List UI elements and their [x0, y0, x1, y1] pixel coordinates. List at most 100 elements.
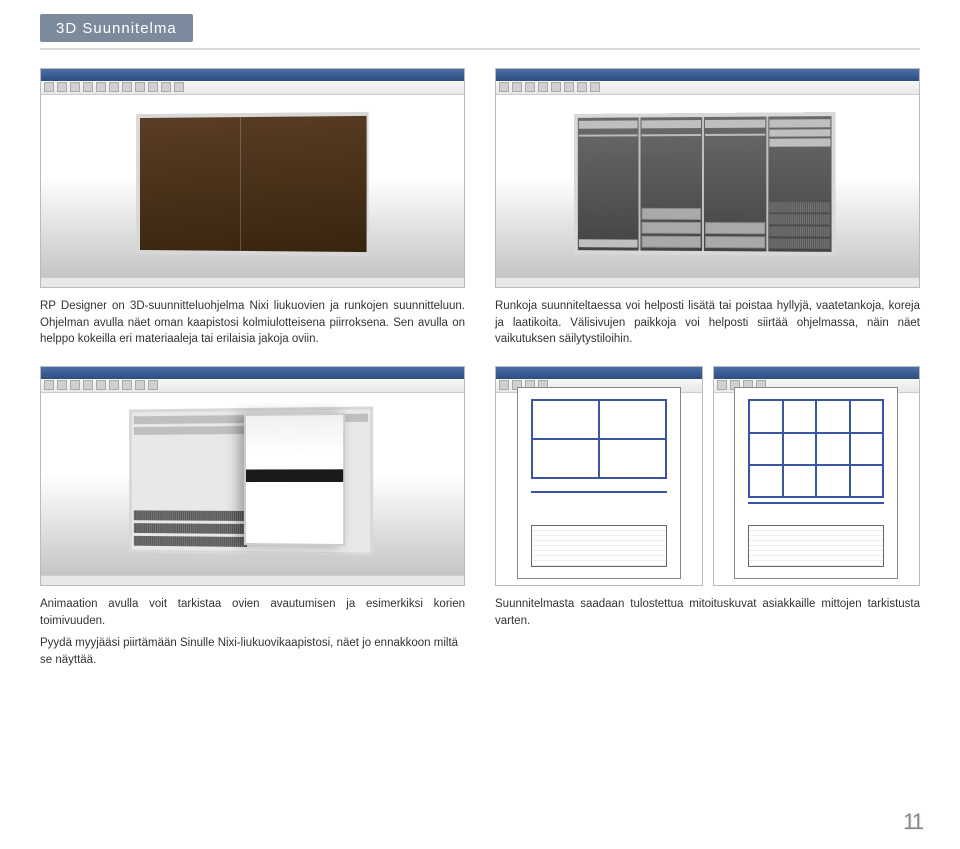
wardrobe-open: [574, 112, 836, 256]
app-toolbar: [496, 81, 919, 95]
toolbar-icon: [44, 380, 54, 390]
page-number: 11: [903, 809, 922, 835]
col-r2c1: Animaation avulla voit tarkistaa ovien a…: [40, 366, 465, 669]
canvas-3d: [41, 393, 464, 575]
toolbar-icon: [590, 82, 600, 92]
status-bar: [496, 277, 919, 287]
toolbar-icon: [70, 82, 80, 92]
toolbar-icon: [499, 380, 509, 390]
toolbar-icon: [109, 380, 119, 390]
rail: [579, 134, 638, 136]
toolbar-icon: [717, 380, 727, 390]
drawing-grid: [748, 399, 884, 498]
basket: [133, 510, 246, 521]
toolbar-icon: [135, 82, 145, 92]
rail: [705, 134, 765, 136]
screenshot-animation: [40, 366, 465, 586]
toolbar-icon: [174, 82, 184, 92]
shelf: [770, 119, 831, 127]
hanging-space: [642, 142, 702, 206]
hanging-space: [705, 142, 765, 221]
section: [578, 118, 641, 251]
caption-r2c2: Suunnitelmasta saadaan tulostettua mitoi…: [495, 596, 920, 629]
app-titlebar: [496, 69, 919, 81]
basket: [770, 226, 831, 236]
dim-line: [531, 491, 667, 493]
status-bar: [41, 277, 464, 287]
toolbar-icon: [57, 82, 67, 92]
app-titlebar: [41, 69, 464, 81]
shelf: [770, 139, 831, 147]
shelf: [133, 425, 246, 434]
shelf: [133, 415, 246, 424]
section-title-bar: 3D Suunnitelma: [40, 14, 193, 42]
drawer: [705, 222, 765, 234]
hanging-space: [579, 142, 638, 238]
toolbar-icon: [564, 82, 574, 92]
toolbar-icon: [83, 82, 93, 92]
blueprint-right: [713, 366, 921, 586]
drawing-grid: [531, 399, 667, 479]
section-title: 3D Suunnitelma: [56, 20, 177, 37]
shelf: [642, 120, 702, 128]
title-block: [531, 525, 667, 567]
print-sheet: [517, 387, 681, 579]
screenshot-open-wardrobe: [495, 68, 920, 288]
app-toolbar: [41, 379, 464, 393]
rail: [642, 134, 702, 136]
title-block: [748, 525, 884, 567]
shelf: [705, 120, 765, 128]
toolbar-icon: [161, 82, 171, 92]
basket: [133, 522, 246, 533]
wardrobe-partial: [129, 406, 374, 555]
caption-r2c1: Animaation avulla voit tarkistaa ovien a…: [40, 596, 465, 629]
print-sheet: [734, 387, 898, 579]
caption-r1c2: Runkoja suunniteltaessa voi helposti lis…: [495, 298, 920, 348]
basket: [133, 535, 246, 546]
toolbar-icon: [148, 82, 158, 92]
drawer: [642, 208, 702, 220]
toolbar-icon: [148, 380, 158, 390]
row-2: Animaation avulla voit tarkistaa ovien a…: [40, 366, 920, 669]
app-titlebar: [41, 367, 464, 379]
sliding-door: [244, 412, 346, 545]
toolbar-icon: [551, 82, 561, 92]
app-titlebar: [714, 367, 920, 379]
toolbar-icon: [122, 380, 132, 390]
toolbar-icon: [109, 82, 119, 92]
col-r2c2: Suunnitelmasta saadaan tulostettua mitoi…: [495, 366, 920, 669]
basket: [770, 202, 831, 212]
basket: [770, 214, 831, 224]
interior: [131, 411, 248, 551]
section: [704, 117, 768, 252]
app-toolbar: [41, 81, 464, 95]
toolbar-icon: [96, 82, 106, 92]
basket: [770, 239, 831, 249]
col-r1c1: RP Designer on 3D-suunnitteluohjelma Nix…: [40, 68, 465, 348]
drawer: [642, 222, 702, 234]
dim-line: [748, 502, 884, 504]
space: [770, 149, 831, 201]
title-underline: [40, 48, 920, 50]
toolbar-icon: [538, 82, 548, 92]
row-1: RP Designer on 3D-suunnitteluohjelma Nix…: [40, 68, 920, 348]
toolbar-icon: [70, 380, 80, 390]
app-titlebar: [496, 367, 702, 379]
toolbar-icon: [122, 82, 132, 92]
shelf: [579, 121, 638, 129]
toolbar-icon: [57, 380, 67, 390]
shelf: [770, 129, 831, 137]
toolbar-icon: [499, 82, 509, 92]
section: [641, 117, 705, 251]
caption-r1c1: RP Designer on 3D-suunnitteluohjelma Nix…: [40, 298, 465, 348]
toolbar-icon: [525, 82, 535, 92]
toolbar-icon: [96, 380, 106, 390]
footer-text: Pyydä myyjääsi piirtämään Sinulle Nixi-l…: [40, 635, 465, 668]
canvas-3d: [496, 95, 919, 277]
wardrobe-closed: [136, 112, 368, 256]
blueprint-pair: [495, 366, 920, 586]
canvas-3d: [41, 95, 464, 277]
toolbar-icon: [83, 380, 93, 390]
toolbar-icon: [512, 82, 522, 92]
section: [769, 116, 832, 252]
